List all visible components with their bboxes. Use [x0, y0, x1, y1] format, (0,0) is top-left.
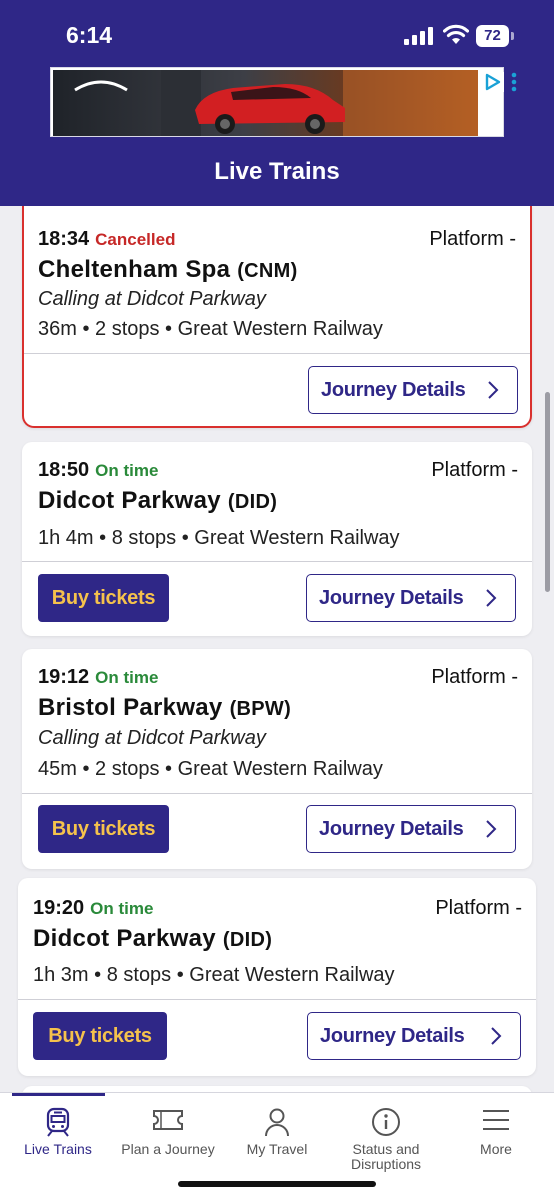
status-bar: 6:14 72 [0, 0, 554, 62]
nav-label: Plan a Journey [121, 1141, 215, 1157]
journey-details-button[interactable]: Journey Details [308, 366, 518, 414]
buy-tickets-button[interactable]: Buy tickets [38, 574, 169, 622]
ticket-icon [153, 1110, 183, 1130]
journey-meta: 45m • 2 stops • Great Western Railway [38, 758, 383, 780]
chevron-right-icon [486, 589, 497, 607]
ad-banner[interactable] [50, 67, 517, 137]
person-icon [265, 1108, 289, 1137]
journey-details-label: Journey Details [319, 587, 464, 609]
journey-meta: 1h 4m • 8 stops • Great Western Railway [38, 527, 400, 549]
departure-time: 19:12 [38, 666, 90, 688]
journey-details-button[interactable]: Journey Details [306, 805, 516, 853]
station-code: (DID) [222, 929, 273, 951]
menu-icon [483, 1110, 509, 1130]
departure-row: 18:50 On time [38, 459, 158, 482]
chevron-right-icon [491, 1027, 502, 1045]
divider [22, 793, 532, 794]
train-card[interactable]: 18:50 On time Platform - Didcot Parkway (… [22, 442, 532, 636]
station-code: (DID) [227, 491, 278, 513]
train-icon [46, 1107, 70, 1137]
home-indicator[interactable] [178, 1181, 376, 1187]
ad-more-icon[interactable] [509, 71, 519, 93]
journey-details-label: Journey Details [319, 818, 464, 840]
departure-time: 19:20 [33, 897, 85, 919]
station-code: (CNM) [237, 260, 298, 282]
nav-label: Live Trains [24, 1141, 92, 1157]
nav-my-travel[interactable]: My Travel [228, 1093, 326, 1173]
destination-station: Bristol Parkway (BPW) [38, 694, 291, 722]
destination-station: Didcot Parkway (DID) [33, 925, 272, 953]
chevron-right-icon [488, 381, 499, 399]
battery-icon: 72 [476, 25, 516, 47]
journey-details-label: Journey Details [321, 379, 466, 401]
battery-level: 72 [476, 25, 509, 47]
destination-station: Didcot Parkway (DID) [38, 487, 277, 515]
train-list[interactable]: 18:34 Cancelled Platform - Cheltenham Spa… [0, 206, 554, 1092]
cellular-signal-icon [404, 27, 433, 45]
departure-row: 19:12 On time [38, 666, 158, 689]
departure-time: 18:50 [38, 459, 90, 481]
train-card[interactable]: 19:20 On time Platform - Didcot Parkway (… [18, 878, 536, 1076]
chevron-right-icon [486, 820, 497, 838]
calling-at: Calling at Didcot Parkway [38, 727, 266, 749]
departure-time: 18:34 [38, 228, 90, 250]
nav-live-trains[interactable]: Live Trains [8, 1093, 108, 1173]
divider [22, 561, 532, 562]
info-icon [372, 1108, 400, 1136]
buy-tickets-button[interactable]: Buy tickets [33, 1012, 167, 1060]
train-card-cancelled[interactable]: 18:34 Cancelled Platform - Cheltenham Spa… [22, 206, 532, 428]
page-title: Live Trains [214, 158, 340, 185]
calling-at: Calling at Didcot Parkway [38, 288, 266, 310]
ad-car-image[interactable] [53, 70, 478, 136]
divider [24, 353, 530, 354]
adchoices-icon[interactable] [482, 72, 504, 92]
nav-more[interactable]: More [446, 1093, 546, 1173]
divider [18, 999, 536, 1000]
nav-plan-journey[interactable]: Plan a Journey [112, 1093, 224, 1173]
station-name: Didcot Parkway [38, 487, 221, 514]
status-badge: On time [90, 899, 154, 918]
status-badge: On time [95, 668, 159, 687]
departure-row: 19:20 On time [33, 897, 153, 920]
nav-label: Status and Disruptions [350, 1141, 422, 1172]
nav-label: My Travel [246, 1141, 308, 1157]
nav-label: More [480, 1141, 512, 1157]
platform-label: Platform - [435, 897, 522, 919]
journey-details-button[interactable]: Journey Details [307, 1012, 521, 1060]
status-time: 6:14 [66, 22, 113, 48]
destination-station: Cheltenham Spa (CNM) [38, 256, 298, 284]
platform-label: Platform - [431, 666, 518, 688]
scrollbar[interactable] [545, 392, 550, 592]
departure-row: 18:34 Cancelled [38, 228, 175, 251]
platform-label: Platform - [429, 228, 516, 250]
station-name: Bristol Parkway [38, 694, 223, 721]
station-name: Didcot Parkway [33, 925, 216, 952]
nav-status-disruptions[interactable]: Status and Disruptions [330, 1093, 442, 1173]
journey-meta: 1h 3m • 8 stops • Great Western Railway [33, 964, 395, 986]
buy-tickets-button[interactable]: Buy tickets [38, 805, 169, 853]
journey-details-button[interactable]: Journey Details [306, 574, 516, 622]
status-badge: On time [95, 461, 159, 480]
app-header: 6:14 72 Live Trains [0, 0, 554, 206]
station-code: (BPW) [229, 698, 292, 720]
train-card[interactable]: 19:12 On time Platform - Bristol Parkway … [22, 649, 532, 869]
station-name: Cheltenham Spa [38, 256, 231, 283]
wifi-icon [443, 24, 469, 44]
status-badge: Cancelled [95, 230, 176, 249]
platform-label: Platform - [431, 459, 518, 481]
journey-meta: 36m • 2 stops • Great Western Railway [38, 318, 383, 340]
journey-details-label: Journey Details [320, 1025, 465, 1047]
